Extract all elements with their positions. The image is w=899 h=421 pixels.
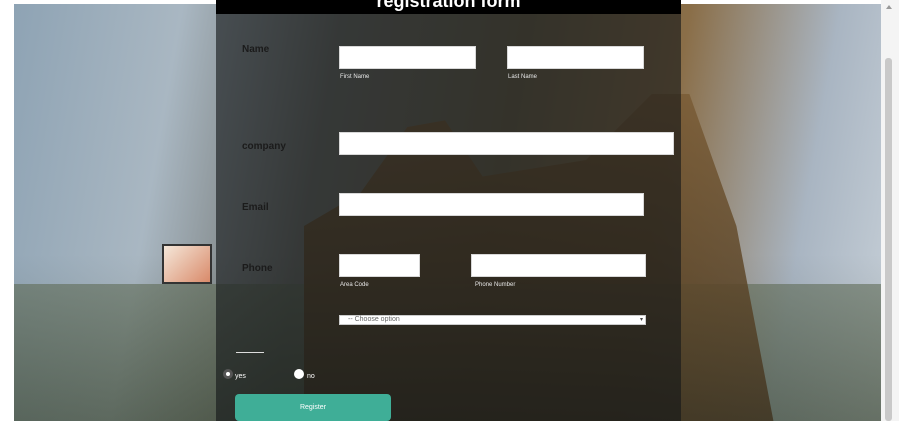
divider	[236, 352, 264, 353]
area-code-input[interactable]	[339, 254, 420, 277]
phone-number-input[interactable]	[471, 254, 646, 277]
phone-number-hint: Phone Number	[475, 282, 516, 288]
first-name-hint: First Name	[340, 74, 370, 80]
phone-label: Phone	[242, 263, 273, 274]
area-code-hint: Area Code	[340, 282, 369, 288]
radio-yes[interactable]	[223, 369, 233, 379]
scrollbar[interactable]	[881, 0, 899, 421]
last-name-input[interactable]	[507, 46, 644, 69]
radio-yes-label: yes	[235, 373, 246, 380]
choose-option-select[interactable]: -- Choose option ▾	[339, 315, 646, 325]
scroll-thumb[interactable]	[885, 58, 892, 421]
email-label: Email	[242, 202, 269, 213]
scroll-up-icon[interactable]	[886, 5, 892, 9]
last-name-hint: Last Name	[508, 74, 538, 80]
select-value: -- Choose option	[348, 316, 400, 323]
company-input[interactable]	[339, 132, 674, 155]
radio-no-label: no	[307, 373, 315, 380]
company-label: company	[242, 141, 286, 152]
billboard	[162, 244, 212, 284]
email-input[interactable]	[339, 193, 644, 216]
radio-no[interactable]	[294, 369, 304, 379]
register-button[interactable]: Register	[235, 394, 391, 421]
first-name-input[interactable]	[339, 46, 476, 69]
form-title: registration form	[376, 0, 521, 11]
chevron-down-icon: ▾	[639, 317, 643, 323]
name-label: Name	[242, 44, 270, 55]
